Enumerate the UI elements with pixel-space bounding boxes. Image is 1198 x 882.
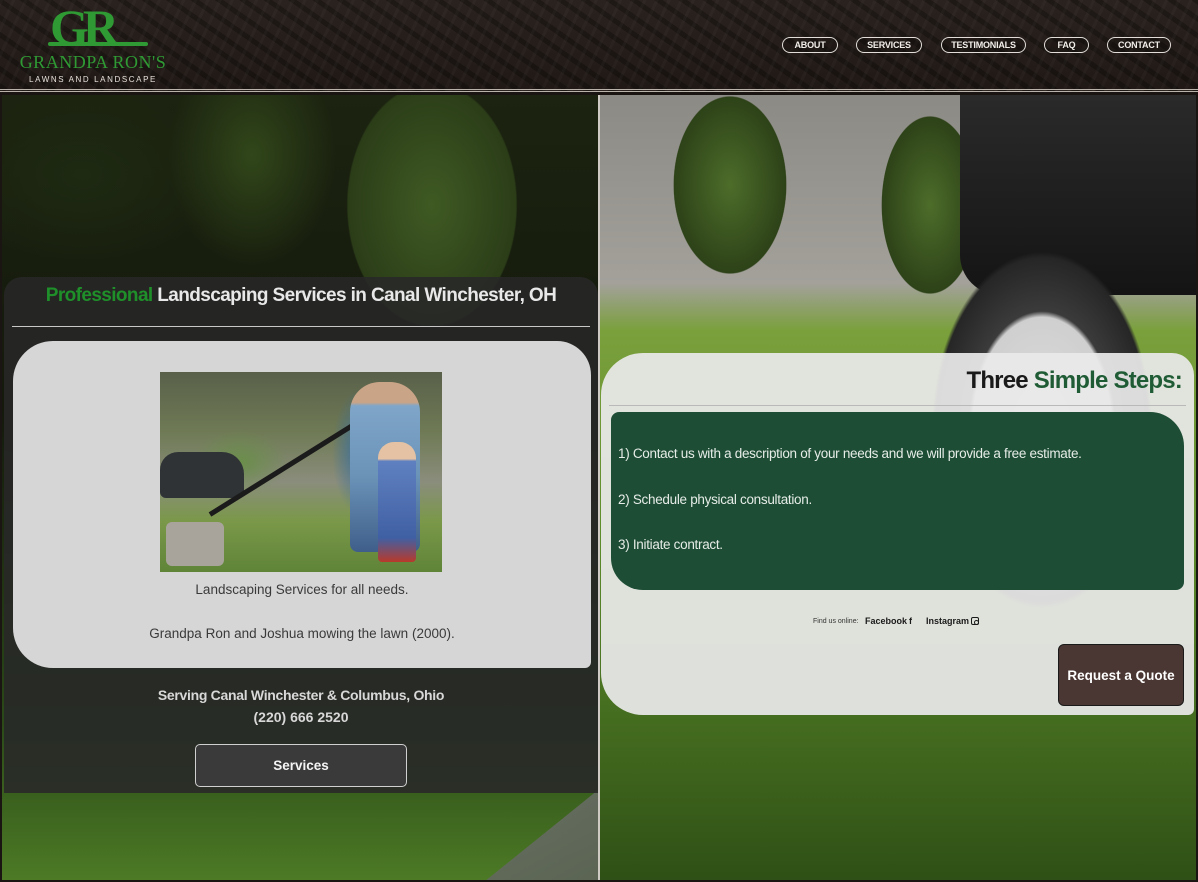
logo-name: GRANDPA RON'S xyxy=(19,52,167,72)
steps-title-highlight: Simple Steps: xyxy=(1033,367,1183,394)
instagram-link[interactable]: Instagram xyxy=(926,616,980,626)
step-item: 3) Initiate contract. xyxy=(618,537,723,552)
step-item: 1) Contact us with a description of your… xyxy=(618,446,1082,461)
nav-about[interactable]: ABOUT xyxy=(782,37,838,53)
photo-caption-main: Landscaping Services for all needs. xyxy=(195,582,409,597)
steps-divider xyxy=(609,405,1186,406)
intro-card: Professional Landscaping Services in Can… xyxy=(4,277,598,793)
instagram-icon xyxy=(971,617,980,625)
facebook-label: Facebook xyxy=(865,616,908,626)
title-divider xyxy=(12,326,590,327)
step-item: 2) Schedule physical consultation. xyxy=(618,492,812,507)
nav-testimonials[interactable]: TESTIMONIALS xyxy=(941,37,1026,53)
phone-number[interactable]: (220) 666 2520 xyxy=(4,709,598,725)
family-mowing-photo xyxy=(160,372,442,572)
site-logo[interactable]: GR GRANDPA RON'S LAWNS AND LANDSCAPE xyxy=(8,2,178,84)
request-quote-button[interactable]: Request a Quote xyxy=(1058,644,1184,706)
service-area: Serving Canal Winchester & Columbus, Ohi… xyxy=(157,687,445,703)
nav-services[interactable]: SERVICES xyxy=(856,37,922,53)
steps-card: Three Simple Steps: 1) Contact us with a… xyxy=(601,353,1194,715)
logo-leaf-underline xyxy=(48,42,148,46)
steps-title-plain: Three xyxy=(966,367,1034,394)
steps-title: Three Simple Steps: xyxy=(966,367,1182,395)
facebook-link[interactable]: Facebook f xyxy=(865,616,912,626)
photo-car xyxy=(160,452,244,498)
panel-divider xyxy=(598,95,600,880)
facebook-icon: f xyxy=(909,616,913,626)
nav-faq[interactable]: FAQ xyxy=(1044,37,1089,53)
page-title: Professional Landscaping Services in Can… xyxy=(4,285,598,307)
nav-contact[interactable]: CONTACT xyxy=(1107,37,1171,53)
title-highlight: Professional xyxy=(45,285,153,306)
find-us-label: Find us online: xyxy=(813,618,859,625)
steps-list: 1) Contact us with a description of your… xyxy=(611,412,1184,590)
photo-child xyxy=(378,442,416,562)
logo-tagline: LAWNS AND LANDSCAPE xyxy=(29,75,157,84)
site-header: GR GRANDPA RON'S LAWNS AND LANDSCAPE ABO… xyxy=(0,0,1198,92)
services-button[interactable]: Services xyxy=(195,744,407,787)
photo-caption: Grandpa Ron and Joshua mowing the lawn (… xyxy=(149,626,455,641)
photo-panel: Landscaping Services for all needs. Gran… xyxy=(13,341,591,668)
title-rest: Landscaping Services in Canal Winchester… xyxy=(152,285,557,306)
instagram-label: Instagram xyxy=(926,616,970,626)
photo-mower xyxy=(166,522,224,566)
